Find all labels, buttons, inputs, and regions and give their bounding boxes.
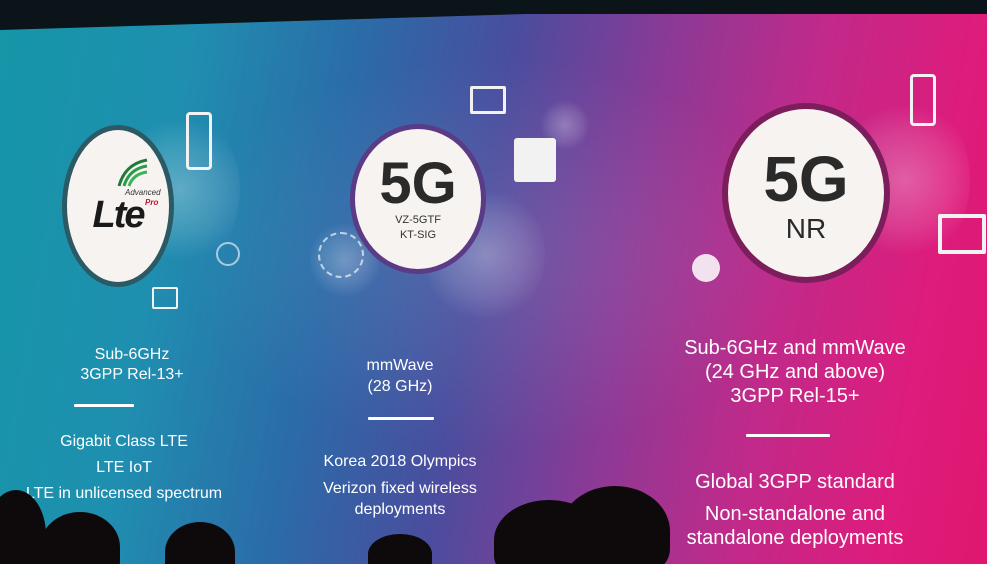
5g-feature-line: Korea 2018 Olympics <box>323 453 477 470</box>
lte-spec-line: 3GPP Rel-13+ <box>80 366 184 383</box>
divider <box>74 404 134 407</box>
5g-feature-line: deployments <box>354 501 446 518</box>
5g-nr-spec-block: Sub-6GHz and mmWave (24 GHz and above) 3… <box>660 336 930 408</box>
phone-icon <box>186 112 212 170</box>
5g-nr-feature-line: standalone deployments <box>686 527 904 549</box>
audience-head <box>560 486 670 564</box>
lte-advanced-text: Advanced <box>125 188 161 197</box>
nr-label: NR <box>785 213 827 244</box>
sun-icon <box>318 232 364 278</box>
5g-nr-spec-line: 3GPP Rel-15+ <box>730 385 860 407</box>
lte-spec-line: Sub-6GHz <box>94 346 170 363</box>
lte-feature-line: LTE in unlicensed spectrum <box>25 485 223 502</box>
lte-feature-line: Gigabit Class LTE <box>60 433 188 450</box>
audience-head <box>368 534 432 564</box>
divider <box>746 434 830 437</box>
lte-pro-text: Pro <box>145 198 159 207</box>
5g-features-block: Korea 2018 Olympics Verizon fixed wirele… <box>300 451 500 520</box>
lte-feature-line: LTE IoT <box>96 459 152 476</box>
5g-nr-spec-line: (24 GHz and above) <box>704 361 886 383</box>
ceiling-shadow-wedge <box>0 0 987 30</box>
5g-spec-line: (28 GHz) <box>367 378 433 395</box>
lte-word: Lte <box>92 193 146 236</box>
drone-icon <box>216 242 240 266</box>
lte-spec-block: Sub-6GHz 3GPP Rel-13+ <box>22 345 242 385</box>
5g-vz-kt-logo: 5G VZ-5GTF KT-SIG <box>350 124 486 274</box>
vz-5gtf-label: VZ-5GTF <box>395 214 441 227</box>
5g-nr-features-block: Global 3GPP standard Non-standalone and … <box>660 470 930 550</box>
kt-sig-label: KT-SIG <box>399 229 437 241</box>
audience-head <box>40 512 120 564</box>
audience-head <box>165 522 235 564</box>
5g-nr-logo: 5G NR <box>722 103 890 283</box>
lte-advanced-pro-logo: Advanced Pro Lte <box>62 125 174 287</box>
5g-spec-line: mmWave <box>366 357 434 374</box>
router-icon <box>514 138 556 182</box>
phone-icon <box>910 74 936 126</box>
5g-title: 5G <box>379 151 457 217</box>
5g-nr-feature-line: Global 3GPP standard <box>695 471 895 493</box>
5g-nr-title: 5G <box>763 143 849 215</box>
location-pin-icon <box>692 254 720 282</box>
lte-features-block: Gigabit Class LTE LTE IoT LTE in unlicen… <box>4 432 244 504</box>
5g-nr-feature-line: Non-standalone and <box>704 503 886 525</box>
lte-wave-icon <box>117 158 148 187</box>
tablet-icon <box>152 287 178 309</box>
monitor-icon <box>470 86 506 114</box>
5g-spec-block: mmWave (28 GHz) <box>300 355 500 397</box>
presentation-screen: Advanced Pro Lte 5G VZ-5GTF KT-SIG 5G NR… <box>0 0 987 564</box>
divider <box>368 417 434 420</box>
5g-feature-line: Verizon fixed wireless <box>323 480 477 497</box>
monitor-icon <box>938 214 986 254</box>
5g-nr-spec-line: Sub-6GHz and mmWave <box>684 337 906 359</box>
